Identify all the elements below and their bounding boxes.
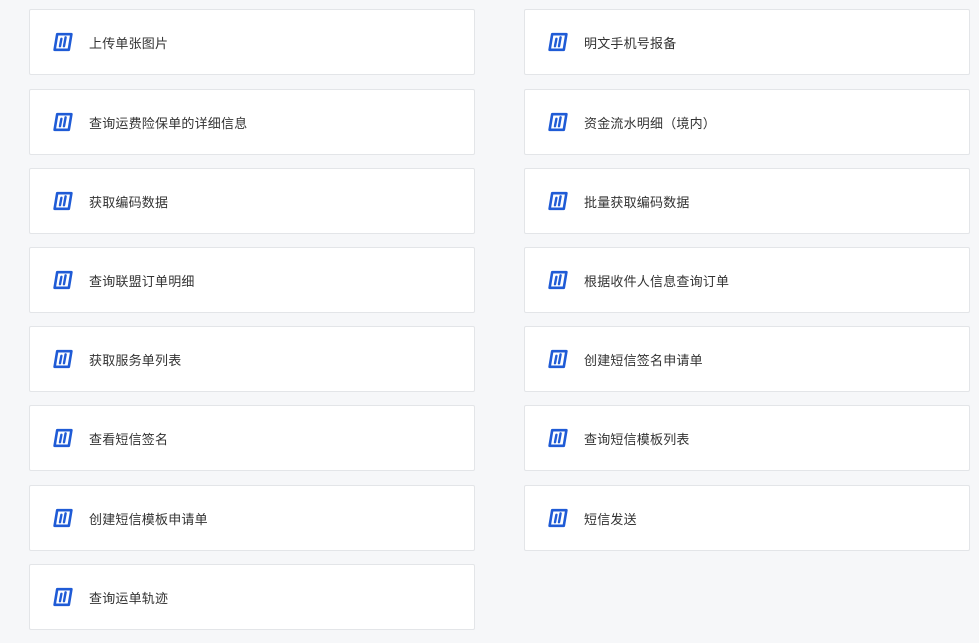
api-card[interactable]: 获取服务单列表 bbox=[29, 326, 475, 392]
api-card-label: 查询联盟订单明细 bbox=[89, 274, 195, 290]
api-card[interactable]: 查看短信签名 bbox=[29, 405, 475, 471]
api-card[interactable]: 明文手机号报备 bbox=[524, 9, 970, 75]
api-logo-icon bbox=[546, 426, 570, 450]
api-logo-icon bbox=[51, 189, 75, 213]
api-card[interactable]: 获取编码数据 bbox=[29, 168, 475, 234]
api-card[interactable]: 查询短信模板列表 bbox=[524, 405, 970, 471]
api-card[interactable]: 上传单张图片 bbox=[29, 9, 475, 75]
api-card-label: 资金流水明细（境内） bbox=[584, 116, 717, 132]
api-card-label: 根据收件人信息查询订单 bbox=[584, 274, 730, 290]
api-card-label: 创建短信模板申请单 bbox=[89, 512, 208, 528]
api-logo-icon bbox=[51, 110, 75, 134]
api-card-label: 明文手机号报备 bbox=[584, 36, 677, 52]
api-card[interactable]: 查询联盟订单明细 bbox=[29, 247, 475, 313]
api-card[interactable]: 创建短信模板申请单 bbox=[29, 485, 475, 551]
api-card[interactable]: 批量获取编码数据 bbox=[524, 168, 970, 234]
api-card[interactable]: 创建短信签名申请单 bbox=[524, 326, 970, 392]
api-card-grid: 上传单张图片 明文手机号报备 查询运费险保单的详细信息 资金流水明细（境内） 获… bbox=[0, 0, 979, 643]
api-logo-icon bbox=[546, 347, 570, 371]
api-card[interactable]: 查询运单轨迹 bbox=[29, 564, 475, 630]
api-logo-icon bbox=[546, 189, 570, 213]
api-logo-icon bbox=[51, 347, 75, 371]
api-card-label: 查询短信模板列表 bbox=[584, 432, 690, 448]
api-logo-icon bbox=[546, 30, 570, 54]
api-card[interactable]: 根据收件人信息查询订单 bbox=[524, 247, 970, 313]
api-card-label: 创建短信签名申请单 bbox=[584, 353, 703, 369]
api-card-label: 批量获取编码数据 bbox=[584, 195, 690, 211]
api-card[interactable]: 短信发送 bbox=[524, 485, 970, 551]
api-card-label: 查看短信签名 bbox=[89, 432, 169, 448]
api-logo-icon bbox=[51, 506, 75, 530]
api-card[interactable]: 查询运费险保单的详细信息 bbox=[29, 89, 475, 155]
api-card-label: 短信发送 bbox=[584, 512, 637, 528]
api-logo-icon bbox=[546, 110, 570, 134]
api-card-label: 获取服务单列表 bbox=[89, 353, 182, 369]
api-logo-icon bbox=[51, 268, 75, 292]
api-card-label: 查询运费险保单的详细信息 bbox=[89, 116, 248, 132]
api-card[interactable]: 资金流水明细（境内） bbox=[524, 89, 970, 155]
api-logo-icon bbox=[546, 268, 570, 292]
api-logo-icon bbox=[546, 506, 570, 530]
api-logo-icon bbox=[51, 585, 75, 609]
api-logo-icon bbox=[51, 30, 75, 54]
api-card-label: 查询运单轨迹 bbox=[89, 591, 169, 607]
api-card-label: 获取编码数据 bbox=[89, 195, 169, 211]
api-logo-icon bbox=[51, 426, 75, 450]
api-card-page: 上传单张图片 明文手机号报备 查询运费险保单的详细信息 资金流水明细（境内） 获… bbox=[0, 0, 979, 643]
api-card-label: 上传单张图片 bbox=[89, 36, 169, 52]
